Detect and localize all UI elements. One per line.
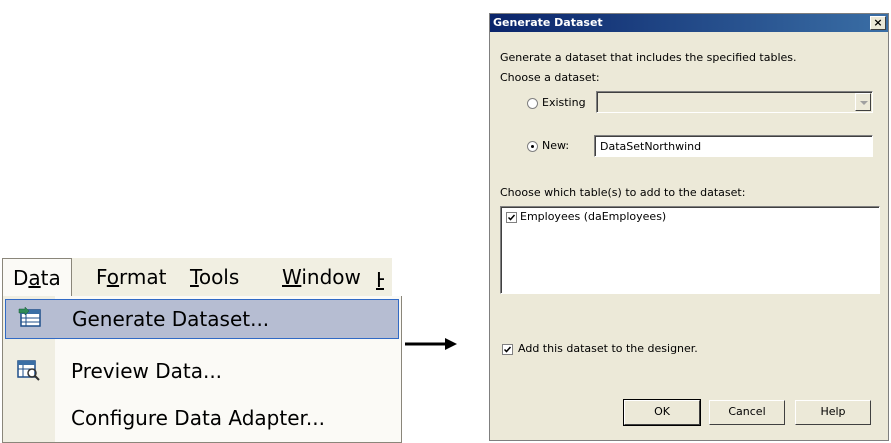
new-label: New: [542,139,570,152]
table-checkbox[interactable] [506,212,517,223]
menu-item-configure-data-adapter[interactable]: Configure Data Adapter... [3,396,401,440]
tables-label: Choose which table(s) to add to the data… [500,186,746,199]
menu-data[interactable]: Data [2,258,72,296]
right-arrow-icon [405,338,457,350]
add-to-designer-label: Add this dataset to the designer. [518,342,698,355]
checkmark-icon [507,214,516,221]
generate-dataset-dialog: Generate Dataset × Generate a dataset th… [489,13,889,441]
help-button[interactable]: Help [795,400,871,425]
existing-radio[interactable] [527,98,538,109]
ok-button[interactable]: OK [623,399,701,426]
menu-help-partial[interactable]: H [376,268,384,290]
new-dataset-name-input[interactable]: DataSetNorthwind [594,135,873,157]
new-radio[interactable] [527,141,538,152]
menu-item-label: Generate Dataset... [72,307,270,331]
new-dataset-name-value: DataSetNorthwind [600,140,702,153]
close-button[interactable]: × [870,16,886,30]
chevron-down-icon [860,101,868,105]
menu-tools[interactable]: Tools [180,258,249,296]
existing-label: Existing [542,96,586,109]
menu-bar: Data Format Tools Window H [2,258,392,296]
existing-dataset-combo[interactable] [596,91,873,113]
cancel-button[interactable]: Cancel [709,400,785,425]
menu-item-preview-data[interactable]: Preview Data... [3,349,401,393]
menu-item-generate-dataset[interactable]: Generate Dataset... [5,299,399,339]
table-item-label: Employees (daEmployees) [520,210,667,223]
radio-selected-dot [531,145,534,148]
close-icon: × [873,16,883,29]
add-to-designer-checkbox[interactable] [502,344,513,355]
combo-dropdown-button[interactable] [855,93,871,111]
menu-item-label: Preview Data... [71,359,223,383]
data-dropdown-menu: Generate Dataset... Preview Data... Conf… [2,296,402,443]
checkmark-icon [503,346,512,353]
menu-format[interactable]: Format [86,258,177,296]
choose-dataset-label: Choose a dataset: [500,71,600,84]
tables-listbox[interactable]: Employees (daEmployees) [500,206,880,294]
generate-dataset-icon [18,306,42,329]
preview-data-icon [17,359,41,381]
dialog-title-bar[interactable]: Generate Dataset × [490,14,888,32]
dialog-intro-text: Generate a dataset that includes the spe… [500,51,797,64]
menu-window[interactable]: Window [272,258,371,296]
menu-item-label: Configure Data Adapter... [71,406,325,430]
dialog-title: Generate Dataset [493,16,603,29]
